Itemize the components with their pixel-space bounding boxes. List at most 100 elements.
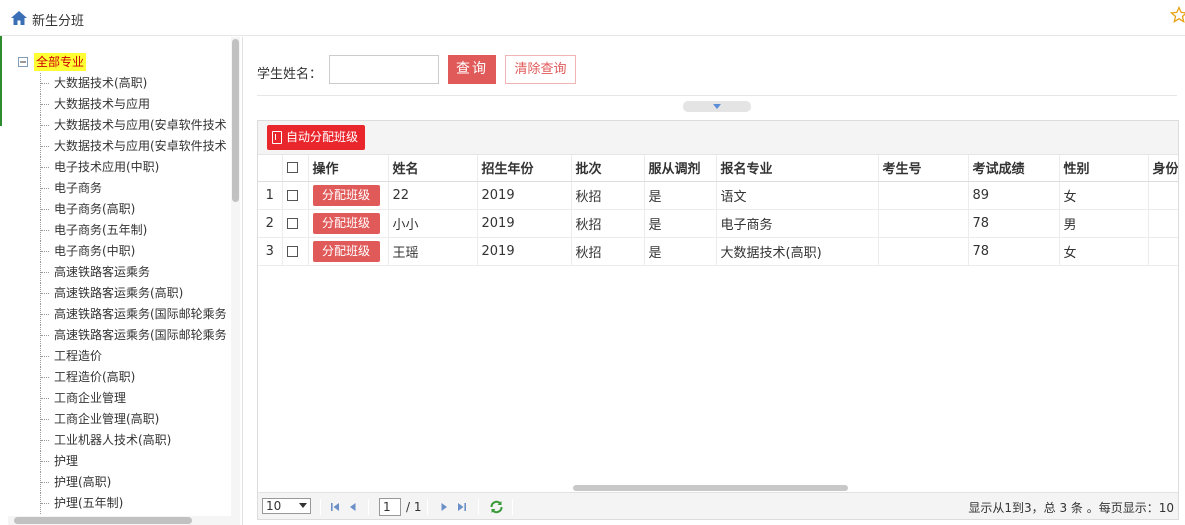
cell-exam-no — [878, 237, 969, 266]
tree-node-label[interactable]: 大数据技术与应用(安卓软件技术 — [54, 136, 227, 157]
refresh-icon[interactable] — [489, 500, 504, 514]
tree-node-label[interactable]: 电子商务(中职) — [54, 241, 135, 262]
tree-node[interactable]: 护理 — [8, 451, 234, 472]
cell-batch: 秋招 — [571, 181, 645, 210]
tree-connector — [41, 461, 49, 462]
tree-node[interactable]: 电子商务(高职) — [8, 199, 234, 220]
tree-node[interactable]: 大数据技术与应用(安卓软件技术 — [8, 136, 234, 157]
tree-node[interactable]: 高速铁路客运乘务(高职) — [8, 283, 234, 304]
tree-node[interactable]: 电子商务(中职) — [8, 241, 234, 262]
tree-node-label[interactable]: 工程造价 — [54, 346, 102, 367]
page-number-input[interactable]: 1 — [379, 498, 401, 516]
pager-separator — [512, 499, 513, 515]
tree-connector — [41, 272, 49, 273]
tree-node[interactable]: 高速铁路客运乘务 — [8, 262, 234, 283]
pagination-bar: 10 1 / 1 显示从1到3，总 3 条 。每页显示：10 — [258, 492, 1178, 519]
tree-node[interactable]: 工商企业管理 — [8, 388, 234, 409]
previous-page-icon[interactable] — [347, 501, 359, 513]
cell-obey: 是 — [644, 181, 717, 210]
tree-node[interactable]: 工程造价(高职) — [8, 367, 234, 388]
tree-node-label[interactable]: 护理(高职) — [54, 472, 111, 493]
tree-node[interactable]: 工业机器人技术(高职) — [8, 430, 234, 451]
next-page-icon[interactable] — [438, 501, 450, 513]
tree-node-label[interactable]: 电子商务 — [54, 178, 102, 199]
tree-root-label[interactable]: 全部专业 — [34, 53, 87, 71]
tree-vertical-scrollbar[interactable] — [231, 37, 240, 525]
assign-class-button[interactable]: 分配班级 — [312, 240, 380, 262]
col-header-idcard[interactable]: 身份 — [1148, 155, 1178, 182]
select-all-checkbox-cell[interactable] — [282, 155, 309, 182]
col-header-exam-no[interactable]: 考生号 — [878, 155, 969, 182]
tree-node-label[interactable]: 电子商务(高职) — [54, 199, 135, 220]
dropdown-arrow-icon — [299, 503, 307, 508]
tree-node-label[interactable]: 工程造价(高职) — [54, 367, 135, 388]
table-row[interactable]: 2 分配班级 小小 2019 秋招 是 电子商务 78 男 — [258, 209, 1178, 238]
page-total: / 1 — [406, 500, 422, 514]
page-size-select[interactable]: 10 — [262, 498, 311, 514]
table-row[interactable]: 3 分配班级 王瑶 2019 秋招 是 大数据技术(高职) 78 女 — [258, 237, 1178, 266]
scroll-thumb[interactable] — [573, 485, 848, 491]
tree-node-label[interactable]: 电子商务(五年制) — [54, 220, 147, 241]
pager-separator — [368, 499, 369, 515]
row-checkbox-cell[interactable] — [282, 237, 309, 266]
query-button[interactable]: 查询 — [448, 55, 496, 84]
student-name-input[interactable] — [329, 55, 439, 84]
tree-root-node[interactable]: 全部专业 — [8, 51, 234, 73]
col-header-obey[interactable]: 服从调剂 — [644, 155, 717, 182]
tree-node[interactable]: 护理(高职) — [8, 472, 234, 493]
last-page-icon[interactable] — [456, 501, 468, 513]
assign-class-button[interactable]: 分配班级 — [312, 184, 380, 206]
tree-node-label[interactable]: 护理 — [54, 451, 78, 472]
tree-node-label[interactable]: 高速铁路客运乘务(高职) — [54, 283, 183, 304]
row-checkbox-cell[interactable] — [282, 181, 309, 210]
tree-node[interactable]: 高速铁路客运乘务(国际邮轮乘务 — [8, 304, 234, 325]
tree-horizontal-scrollbar[interactable] — [8, 516, 231, 525]
table-row[interactable]: 1 分配班级 22 2019 秋招 是 语文 89 女 — [258, 181, 1178, 210]
col-header-action[interactable]: 操作 — [308, 155, 389, 182]
favorite-star-icon[interactable] — [1170, 6, 1185, 24]
tree-node-label[interactable]: 高速铁路客运乘务 — [54, 262, 150, 283]
col-header-score[interactable]: 考试成绩 — [968, 155, 1060, 182]
scroll-thumb[interactable] — [14, 517, 192, 524]
tree-node[interactable]: 电子技术应用(中职) — [8, 157, 234, 178]
tree-node[interactable]: 护理(五年制) — [8, 493, 234, 514]
col-header-batch[interactable]: 批次 — [571, 155, 645, 182]
tree-node[interactable]: 电子商务(五年制) — [8, 220, 234, 241]
tree-node-label[interactable]: 大数据技术(高职) — [54, 73, 147, 94]
home-icon[interactable] — [11, 11, 27, 25]
tree-node[interactable]: 工程造价 — [8, 346, 234, 367]
row-checkbox[interactable] — [286, 189, 298, 201]
tree-node-label[interactable]: 护理(五年制) — [54, 493, 123, 514]
tree-node-label[interactable]: 工商企业管理 — [54, 388, 126, 409]
scroll-thumb[interactable] — [232, 39, 239, 202]
tree-node-label[interactable]: 大数据技术与应用 — [54, 94, 150, 115]
tree-node-label[interactable]: 工业机器人技术(高职) — [54, 430, 171, 451]
tree-node-label[interactable]: 大数据技术与应用(安卓软件技术 — [54, 115, 227, 136]
tree-node[interactable]: 电子商务 — [8, 178, 234, 199]
col-header-major[interactable]: 报名专业 — [716, 155, 879, 182]
auto-assign-class-button[interactable]: 自动分配班级 — [267, 125, 365, 150]
row-checkbox-cell[interactable] — [282, 209, 309, 238]
row-checkbox[interactable] — [286, 217, 298, 229]
col-header-year[interactable]: 招生年份 — [477, 155, 572, 182]
assign-class-button[interactable]: 分配班级 — [312, 212, 380, 234]
tree-node-label[interactable]: 工商企业管理(高职) — [54, 409, 159, 430]
tree-node[interactable]: 高速铁路客运乘务(国际邮轮乘务 — [8, 325, 234, 346]
page-title: 新生分班 — [32, 14, 85, 29]
col-header-name[interactable]: 姓名 — [388, 155, 478, 182]
col-header-gender[interactable]: 性别 — [1059, 155, 1149, 182]
collapse-minus-icon[interactable] — [18, 57, 28, 67]
first-page-icon[interactable] — [329, 501, 341, 513]
tree-node[interactable]: 大数据技术与应用 — [8, 94, 234, 115]
collapse-search-toggle[interactable] — [683, 101, 751, 112]
tree-node[interactable]: 大数据技术与应用(安卓软件技术 — [8, 115, 234, 136]
tree-node-label[interactable]: 高速铁路客运乘务(国际邮轮乘务 — [54, 325, 227, 346]
grid-horizontal-scrollbar[interactable] — [258, 484, 1178, 492]
clear-query-button[interactable]: 清除查询 — [505, 55, 576, 84]
tree-node[interactable]: 大数据技术(高职) — [8, 73, 234, 94]
tree-node-label[interactable]: 高速铁路客运乘务(国际邮轮乘务 — [54, 304, 227, 325]
tree-node-label[interactable]: 电子技术应用(中职) — [54, 157, 159, 178]
tree-node[interactable]: 工商企业管理(高职) — [8, 409, 234, 430]
select-all-checkbox[interactable] — [286, 162, 298, 174]
row-checkbox[interactable] — [286, 245, 298, 257]
